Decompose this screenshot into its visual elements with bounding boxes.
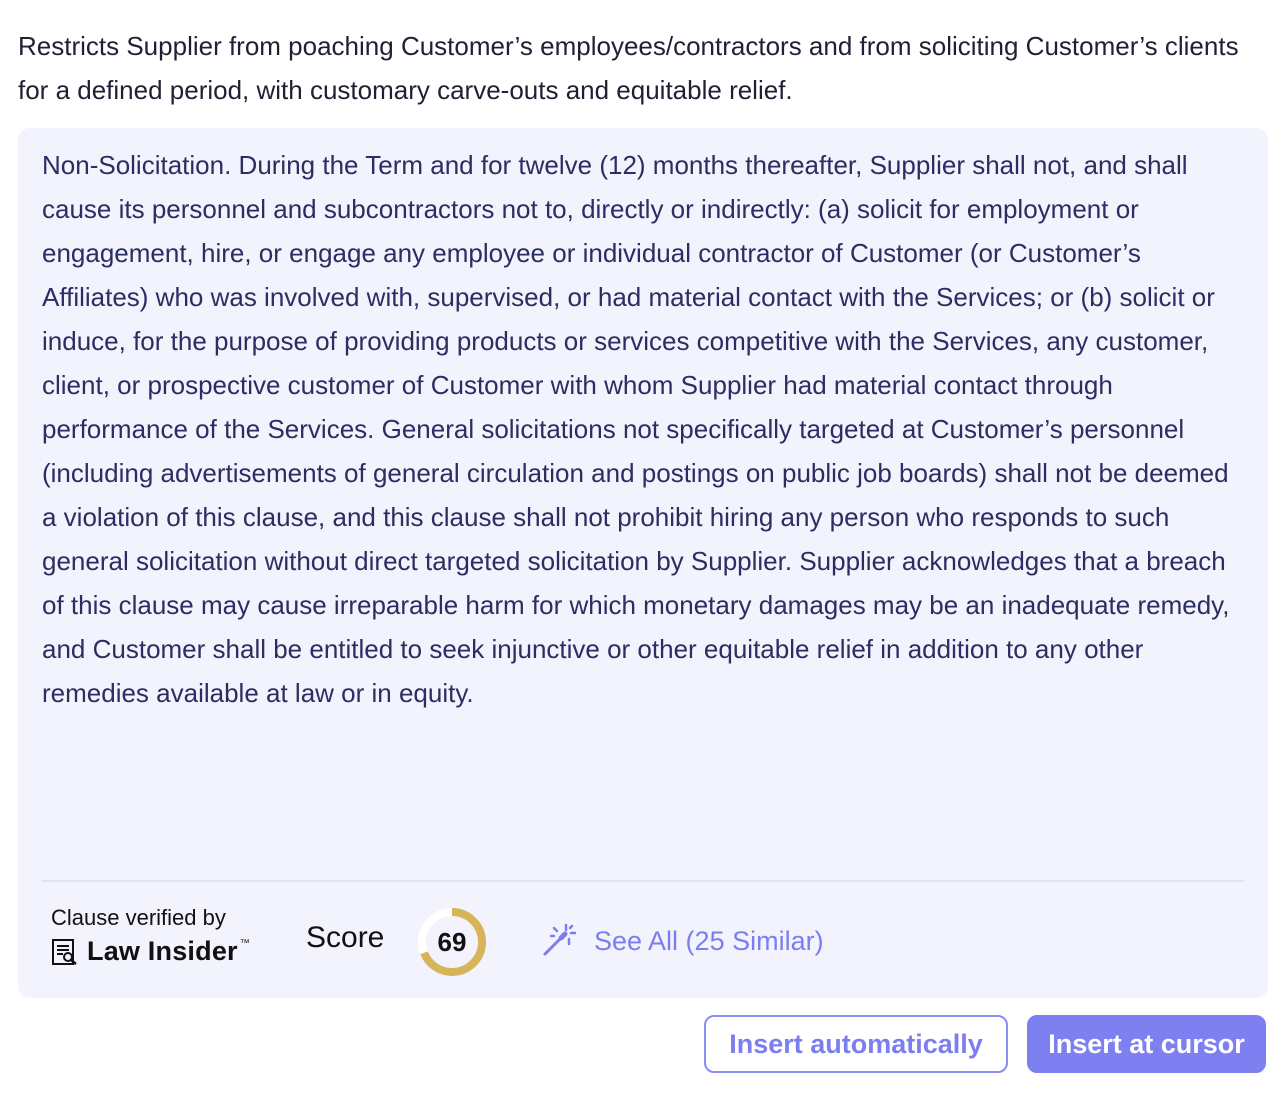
law-insider-logo: Law Insider ™	[51, 936, 281, 967]
clause-text: Non-Solicitation. During the Term and fo…	[42, 150, 1230, 708]
magic-wand-icon	[543, 923, 576, 956]
score-value: 69	[437, 927, 467, 957]
document-search-icon	[52, 938, 77, 965]
see-all-similar-link[interactable]: See All (25 Similar)	[540, 923, 824, 959]
brand-name: Law Insider	[87, 936, 238, 966]
score-label: Score	[306, 921, 385, 954]
clause-card: Non-Solicitation. During the Term and fo…	[18, 128, 1268, 998]
see-all-label: See All (25 Similar)	[594, 925, 824, 956]
verified-badge: Clause verified by Law Insider ™	[51, 904, 281, 967]
insert-at-cursor-button[interactable]: Insert at cursor	[1027, 1015, 1266, 1073]
trademark-mark: ™	[239, 938, 250, 949]
clause-summary: Restricts Supplier from poaching Custome…	[18, 31, 1239, 105]
verified-label: Clause verified by	[51, 905, 226, 930]
insert-automatically-button[interactable]: Insert automatically	[704, 1015, 1008, 1073]
divider	[42, 880, 1244, 882]
